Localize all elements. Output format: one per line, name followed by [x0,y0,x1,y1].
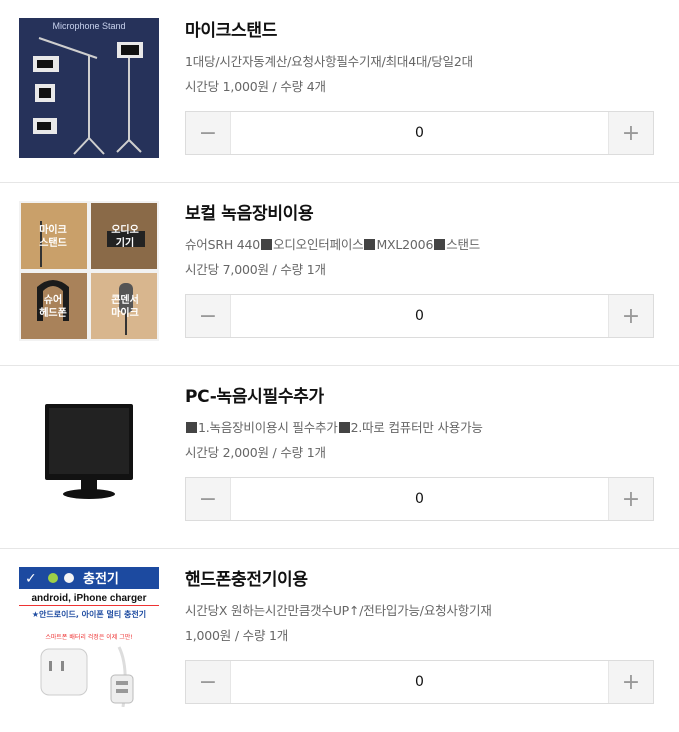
minus-icon: − [198,120,218,146]
thumb-label: 슈어 [44,293,62,306]
quantity-input[interactable] [230,478,609,520]
thumb-banner: 충전기 [83,571,119,587]
decrease-button[interactable]: − [186,295,230,337]
product-info: 마이크스탠드 1대당/시간자동계산/요청사항필수기재/최대4대/당일2대 시간당… [185,16,655,95]
plus-icon: + [621,120,641,146]
android-icon [48,573,58,583]
thumb-label: 마이크 [39,223,67,236]
check-icon: ✓ [25,571,37,587]
thumb-sub: android, iPhone charger [31,593,146,604]
minus-icon: − [198,303,218,329]
increase-button[interactable]: + [609,112,653,154]
product-price: 시간당 1,000원 / 수량 4개 [185,79,326,94]
thumb-label: 마이크 [111,306,139,319]
product-description: 슈어SRH 440 오디오인터페이스 MXL2006 스탠드 [185,237,481,252]
product-thumbnail [19,384,159,524]
thumb-note2: 스마트폰 배터리 걱정은 이제 그만! [45,633,132,641]
minus-icon: − [198,669,218,695]
product-title: 핸드폰충전기이용 [185,570,308,590]
thumb-label: 콘덴서 [111,293,139,306]
thumb-caption: Microphone Stand [52,21,125,31]
product-title: 마이크스탠드 [185,21,278,41]
decrease-button[interactable]: − [186,112,230,154]
product-price: 시간당 2,000원 / 수량 1개 [185,445,326,460]
product-item: ✓ 충전기 android, iPhone charger ★안드로이드, 아이… [0,549,679,732]
product-price: 시간당 7,000원 / 수량 1개 [185,262,326,277]
pc-monitor-image [19,384,159,524]
phone-charger-image: ✓ 충전기 android, iPhone charger ★안드로이드, 아이… [19,567,159,707]
quantity-stepper: − + [185,294,654,338]
quantity-input[interactable] [230,661,609,703]
quantity-input[interactable] [230,112,609,154]
product-description: 1대당/시간자동계산/요청사항필수기재/최대4대/당일2대 [185,54,473,69]
thumb-note: ★안드로이드, 아이폰 멀티 충전기 [32,609,146,619]
decrease-button[interactable]: − [186,661,230,703]
increase-button[interactable]: + [609,478,653,520]
plus-icon: + [621,669,641,695]
product-price: 1,000원 / 수량 1개 [185,628,289,643]
thumb-label: 스탠드 [39,236,67,249]
increase-button[interactable]: + [609,295,653,337]
product-info: 핸드폰충전기이용 시간당X 원하는시간만큼갯수UP↑/전타입가능/요청사항기재 … [185,565,655,644]
product-info: PC-녹음시필수추가 1.녹음장비이용시 필수추가 2.따로 컴퓨터만 사용가능 … [185,382,655,461]
thumb-label: 기기 [116,236,134,249]
product-info: 보컬 녹음장비이용 슈어SRH 440 오디오인터페이스 MXL2006 스탠드 시간… [185,199,655,278]
quantity-stepper: − + [185,111,654,155]
increase-button[interactable]: + [609,661,653,703]
product-thumbnail: 마이크 스탠드 오디오 기기 슈어 헤드폰 콘덴서 마이크 [19,201,159,341]
quantity-input[interactable] [230,295,609,337]
product-thumbnail: Microphone Stand [19,18,159,158]
product-title: PC-녹음시필수추가 [185,387,324,407]
quantity-stepper: − + [185,477,654,521]
plus-icon: + [621,303,641,329]
product-item: 마이크 스탠드 오디오 기기 슈어 헤드폰 콘덴서 마이크 보컬 녹음장비이용 … [0,183,679,366]
decrease-button[interactable]: − [186,478,230,520]
thumb-label: 헤드폰 [39,306,67,319]
product-item: PC-녹음시필수추가 1.녹음장비이용시 필수추가 2.따로 컴퓨터만 사용가능 … [0,366,679,549]
thumb-label: 오디오 [111,223,139,236]
product-option-list: Microphone Stand 마이크스탠드 1대당/시간자동계산/요청사항필… [0,0,679,726]
apple-icon [64,573,74,583]
product-description: 1.녹음장비이용시 필수추가 2.따로 컴퓨터만 사용가능 [185,417,655,436]
product-item: Microphone Stand 마이크스탠드 1대당/시간자동계산/요청사항필… [0,0,679,183]
product-description: 시간당X 원하는시간만큼갯수UP↑/전타입가능/요청사항기재 [185,603,492,618]
product-title: 보컬 녹음장비이용 [185,204,314,224]
product-thumbnail: ✓ 충전기 android, iPhone charger ★안드로이드, 아이… [19,567,159,707]
quantity-stepper: − + [185,660,654,704]
recording-equipment-image: 마이크 스탠드 오디오 기기 슈어 헤드폰 콘덴서 마이크 [19,201,159,341]
microphone-stand-image: Microphone Stand [19,18,159,158]
minus-icon: − [198,486,218,512]
plus-icon: + [621,486,641,512]
